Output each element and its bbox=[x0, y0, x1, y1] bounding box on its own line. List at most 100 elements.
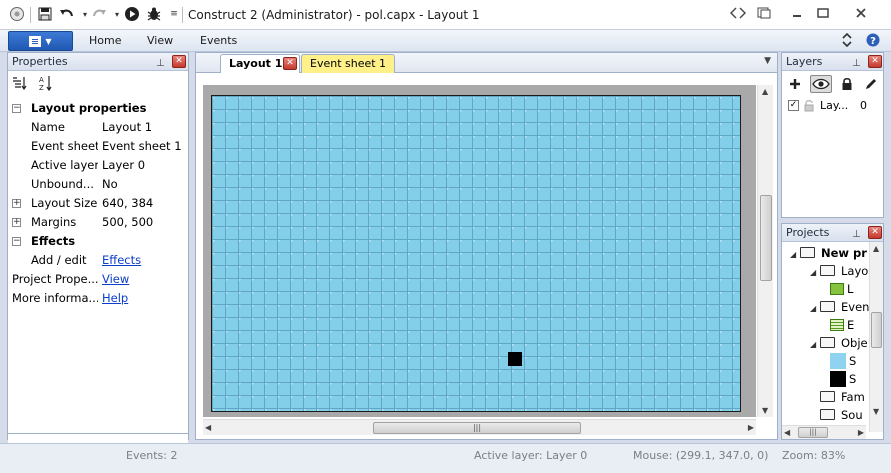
vertical-scrollbar[interactable]: ▲ ▼ bbox=[869, 242, 883, 432]
restore-view-icon[interactable] bbox=[751, 3, 777, 23]
tree-item[interactable]: S bbox=[830, 370, 856, 388]
horizontal-scrollbar[interactable]: ◀ ||| ▶ bbox=[782, 425, 866, 439]
run-layout-icon[interactable] bbox=[123, 5, 141, 23]
app-icon[interactable] bbox=[8, 5, 26, 23]
close-panel-button[interactable]: ✕ bbox=[868, 55, 882, 68]
sprite-object-black[interactable] bbox=[508, 352, 522, 366]
pin-icon[interactable]: ⊥ bbox=[156, 55, 165, 72]
tree-item[interactable]: Fam bbox=[810, 388, 865, 406]
scroll-left-icon[interactable]: ◀ bbox=[784, 428, 790, 437]
tab-event-sheet-1[interactable]: Event sheet 1 bbox=[301, 54, 395, 73]
property-value[interactable]: Layout 1 bbox=[102, 118, 152, 137]
horizontal-scrollbar[interactable]: ◀ ||| ▶ bbox=[203, 419, 756, 435]
close-panel-button[interactable]: ✕ bbox=[868, 226, 882, 239]
scroll-down-icon[interactable]: ▼ bbox=[762, 406, 768, 415]
scroll-up-icon[interactable]: ▲ bbox=[762, 87, 768, 96]
pin-icon[interactable]: ⊥ bbox=[852, 226, 861, 243]
property-row[interactable]: Add / edit Effects bbox=[8, 251, 188, 270]
close-panel-button[interactable]: ✕ bbox=[172, 55, 186, 68]
lock-icon[interactable] bbox=[838, 75, 856, 93]
property-value[interactable]: Event sheet 1 bbox=[102, 137, 182, 156]
tree-expanded-icon[interactable]: ◢ bbox=[790, 246, 800, 264]
expand-icon[interactable]: + bbox=[12, 218, 21, 227]
property-row[interactable]: Event sheet Event sheet 1 bbox=[8, 137, 188, 156]
property-row[interactable]: Project Prope... View bbox=[8, 270, 188, 289]
edit-pencil-icon[interactable] bbox=[862, 75, 880, 93]
scroll-thumb[interactable]: ||| bbox=[798, 427, 828, 438]
property-value[interactable]: Layer 0 bbox=[102, 156, 145, 175]
vertical-scrollbar[interactable]: ▲ ▼ bbox=[757, 85, 773, 417]
tree-item-label: Obje bbox=[841, 336, 868, 350]
categorize-icon[interactable] bbox=[12, 76, 28, 93]
property-row[interactable]: Active layer Layer 0 bbox=[8, 156, 188, 175]
tab-home[interactable]: Home bbox=[89, 34, 121, 47]
layer-visible-checkbox[interactable]: ✓ bbox=[788, 100, 799, 111]
tree-item[interactable]: ◢ Even bbox=[810, 298, 869, 316]
property-row[interactable]: Unbound... No bbox=[8, 175, 188, 194]
scroll-right-icon[interactable]: ▶ bbox=[748, 423, 754, 432]
tree-item[interactable]: S bbox=[830, 352, 856, 370]
close-tab-icon[interactable]: ✕ bbox=[283, 57, 297, 70]
tree-item[interactable]: ◢ New pr bbox=[790, 244, 867, 262]
save-icon[interactable] bbox=[36, 5, 54, 23]
collapse-icon[interactable]: − bbox=[12, 237, 21, 246]
maximize-button[interactable] bbox=[810, 3, 836, 23]
layout-canvas[interactable] bbox=[203, 85, 756, 417]
tree-item[interactable]: E bbox=[830, 316, 854, 334]
add-layer-icon[interactable] bbox=[786, 75, 804, 93]
debug-icon[interactable] bbox=[145, 5, 163, 23]
property-row[interactable]: − Effects bbox=[8, 232, 188, 251]
redo-icon[interactable] bbox=[90, 5, 108, 23]
layer-name: Lay... bbox=[820, 99, 849, 112]
expand-icon[interactable]: + bbox=[12, 199, 21, 208]
tree-item[interactable]: ◢ Obje bbox=[810, 334, 868, 352]
collapse-ribbon-icon[interactable] bbox=[842, 32, 852, 50]
tab-layout-1[interactable]: Layout 1 ✕ bbox=[220, 54, 300, 73]
app-menu-button[interactable]: ▼ bbox=[8, 31, 73, 51]
tree-expanded-icon[interactable]: ◢ bbox=[810, 300, 820, 318]
scroll-thumb[interactable]: ||| bbox=[373, 422, 581, 434]
layer-row[interactable]: ✓ Lay... 0 bbox=[786, 97, 884, 115]
property-value[interactable]: 640, 384 bbox=[102, 194, 153, 213]
minimize-button[interactable] bbox=[784, 3, 810, 23]
scroll-thumb[interactable] bbox=[871, 312, 882, 348]
help-icon[interactable]: ? bbox=[866, 33, 880, 50]
tab-view[interactable]: View bbox=[147, 34, 173, 47]
svg-text:Z: Z bbox=[39, 84, 44, 91]
property-row[interactable]: More informa... Help bbox=[8, 289, 188, 308]
visibility-eye-icon[interactable] bbox=[810, 75, 832, 93]
property-value[interactable]: No bbox=[102, 175, 118, 194]
property-value[interactable]: 500, 500 bbox=[102, 213, 153, 232]
tree-item-label: New pr bbox=[821, 246, 867, 260]
pin-icon[interactable]: ⊥ bbox=[852, 55, 861, 72]
undo-icon[interactable] bbox=[58, 5, 76, 23]
scroll-right-icon[interactable]: ▶ bbox=[858, 428, 864, 437]
layer-lock-icon[interactable] bbox=[804, 99, 814, 118]
tree-expanded-icon[interactable]: ◢ bbox=[810, 264, 820, 282]
tab-events[interactable]: Events bbox=[200, 34, 237, 47]
sort-alphabetical-icon[interactable]: AZ bbox=[38, 75, 54, 94]
collapse-icon[interactable]: − bbox=[12, 104, 21, 113]
close-button[interactable] bbox=[848, 3, 874, 23]
tree-item[interactable]: Sou bbox=[810, 406, 863, 424]
property-link[interactable]: Help bbox=[102, 289, 128, 308]
tree-expanded-icon[interactable]: ◢ bbox=[810, 336, 820, 354]
properties-panel-title: Properties bbox=[12, 55, 68, 68]
tab-list-chevron-icon[interactable]: ▼ bbox=[764, 56, 771, 66]
tree-item[interactable]: ◢ Layo bbox=[810, 262, 868, 280]
customize-toolbar-icon[interactable]: ≡ bbox=[165, 5, 183, 23]
scroll-thumb[interactable] bbox=[760, 195, 772, 281]
scroll-down-icon[interactable]: ▼ bbox=[873, 407, 879, 416]
switch-window-icon[interactable] bbox=[725, 3, 751, 23]
folder-icon bbox=[820, 409, 835, 420]
property-row[interactable]: − Layout properties bbox=[8, 99, 188, 118]
scroll-up-icon[interactable]: ▲ bbox=[873, 244, 879, 253]
layout-area[interactable] bbox=[211, 95, 741, 412]
property-link[interactable]: Effects bbox=[102, 251, 141, 270]
scroll-left-icon[interactable]: ◀ bbox=[205, 423, 211, 432]
tree-item[interactable]: L bbox=[830, 280, 853, 298]
property-link[interactable]: View bbox=[102, 270, 129, 289]
property-row[interactable]: + Margins 500, 500 bbox=[8, 213, 188, 232]
property-row[interactable]: + Layout Size 640, 384 bbox=[8, 194, 188, 213]
property-row[interactable]: Name Layout 1 bbox=[8, 118, 188, 137]
